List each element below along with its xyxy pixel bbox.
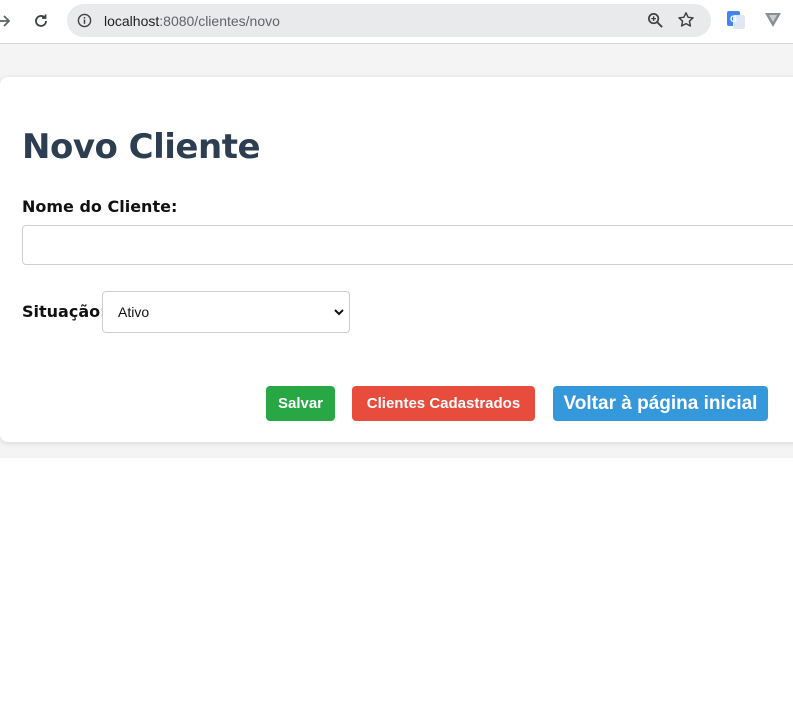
status-label: Situação: xyxy=(22,302,107,321)
page-title: Novo Cliente xyxy=(22,127,261,167)
zoom-icon[interactable] xyxy=(647,12,664,29)
site-info-icon[interactable] xyxy=(77,13,92,28)
bookmark-star-icon[interactable] xyxy=(677,11,695,29)
chevron-down-icon xyxy=(334,309,344,316)
address-bar[interactable]: localhost:8080/clientes/novo xyxy=(67,4,711,37)
translate-extension-icon[interactable]: G xyxy=(726,10,746,30)
reload-icon[interactable] xyxy=(31,11,51,31)
client-name-input[interactable] xyxy=(22,225,793,265)
save-button[interactable]: Salvar xyxy=(266,386,335,421)
forward-arrow-icon[interactable] xyxy=(0,11,14,31)
back-home-button[interactable]: Voltar à página inicial xyxy=(553,386,768,421)
name-label: Nome do Cliente: xyxy=(22,197,178,216)
status-selected-value: Ativo xyxy=(118,304,150,320)
extension-v-icon[interactable] xyxy=(763,10,783,30)
svg-text:G: G xyxy=(730,14,737,24)
registered-clients-button[interactable]: Clientes Cadastrados xyxy=(352,386,535,421)
status-select[interactable]: Ativo xyxy=(102,291,350,333)
browser-toolbar: localhost:8080/clientes/novo G xyxy=(0,0,793,44)
url-text: localhost:8080/clientes/novo xyxy=(104,13,280,29)
